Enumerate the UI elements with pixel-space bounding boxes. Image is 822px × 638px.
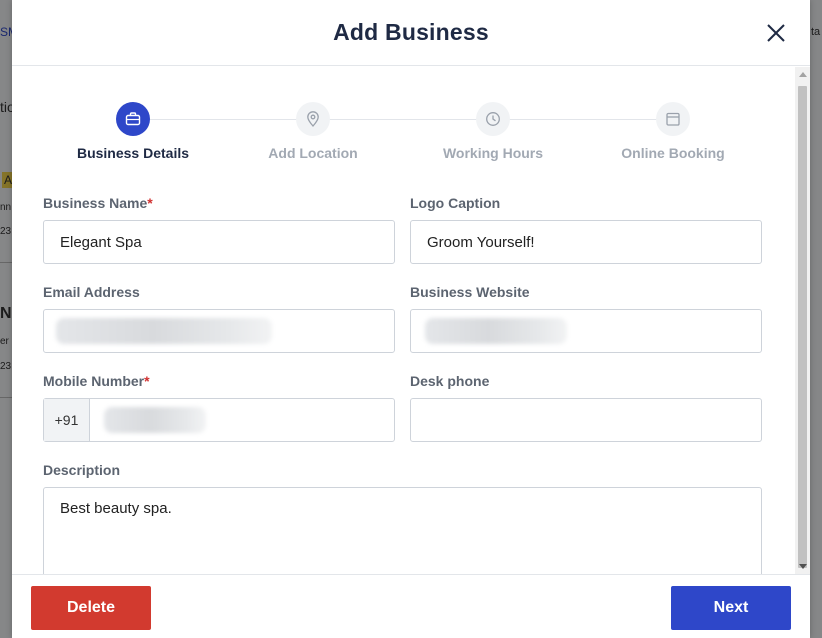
desk-phone-label: Desk phone [410, 373, 490, 389]
step-circle [656, 102, 690, 136]
logo-caption-input[interactable]: Groom Yourself! [410, 220, 762, 264]
step-add-location[interactable]: Add Location [223, 102, 403, 161]
redacted-value [104, 407, 206, 433]
website-input[interactable] [410, 309, 762, 353]
briefcase-icon [125, 112, 141, 126]
delete-button[interactable]: Delete [31, 586, 151, 630]
scrollbar[interactable] [795, 67, 810, 574]
redacted-value [425, 318, 567, 344]
mobile-number-input[interactable]: +91 [43, 398, 395, 442]
required-marker: * [144, 373, 150, 389]
redacted-value [56, 318, 272, 344]
desk-phone-input[interactable] [410, 398, 762, 442]
clock-icon [486, 112, 500, 126]
modal-title: Add Business [333, 19, 489, 45]
step-business-details[interactable]: Business Details [43, 102, 223, 161]
background-fragment: ta [811, 26, 821, 38]
email-input[interactable] [43, 309, 395, 353]
modal-header: Add Business [12, 0, 810, 66]
background-divider [0, 397, 12, 398]
step-circle [296, 102, 330, 136]
background-fragment: 23 [0, 361, 12, 372]
modal-footer: Delete Next [12, 574, 810, 638]
website-label: Business Website [410, 284, 530, 300]
step-circle [116, 102, 150, 136]
stepper: Business Details Add Location Working Ho… [43, 102, 763, 172]
background-fragment: er [0, 336, 9, 347]
description-label: Description [43, 462, 121, 478]
close-icon [767, 24, 785, 42]
step-label: Business Details [76, 145, 190, 161]
business-name-input[interactable]: Elegant Spa [43, 220, 395, 264]
mobile-number-label: Mobile Number* [43, 373, 150, 389]
step-label: Online Booking [621, 145, 725, 161]
next-button[interactable]: Next [671, 586, 791, 630]
step-online-booking[interactable]: Online Booking [583, 102, 763, 161]
location-pin-icon [307, 111, 319, 127]
scroll-down-arrow-icon[interactable] [799, 564, 807, 569]
required-marker: * [147, 195, 153, 211]
background-fragment: 23 [0, 226, 12, 237]
email-label: Email Address [43, 284, 140, 300]
country-code-prefix: +91 [44, 399, 90, 441]
close-button[interactable] [764, 21, 788, 45]
background-fragment: nn [0, 202, 12, 213]
modal-body[interactable]: Business Details Add Location Working Ho… [12, 67, 810, 574]
background-divider [0, 262, 12, 263]
step-label: Add Location [268, 145, 358, 161]
business-name-label: Business Name* [43, 195, 153, 211]
scroll-thumb[interactable] [798, 86, 807, 568]
add-business-modal: Add Business Business Details Add Locati… [12, 0, 810, 638]
description-value: Best beauty spa. [60, 500, 172, 517]
business-name-value: Elegant Spa [60, 233, 142, 251]
logo-caption-label: Logo Caption [410, 195, 501, 211]
description-textarea[interactable]: Best beauty spa. [43, 487, 762, 574]
step-circle [476, 102, 510, 136]
step-working-hours[interactable]: Working Hours [403, 102, 583, 161]
scroll-up-arrow-icon[interactable] [799, 72, 807, 77]
calendar-icon [666, 112, 680, 126]
logo-caption-value: Groom Yourself! [427, 233, 535, 251]
background-fragment: N [0, 305, 12, 322]
step-label: Working Hours [442, 145, 544, 161]
